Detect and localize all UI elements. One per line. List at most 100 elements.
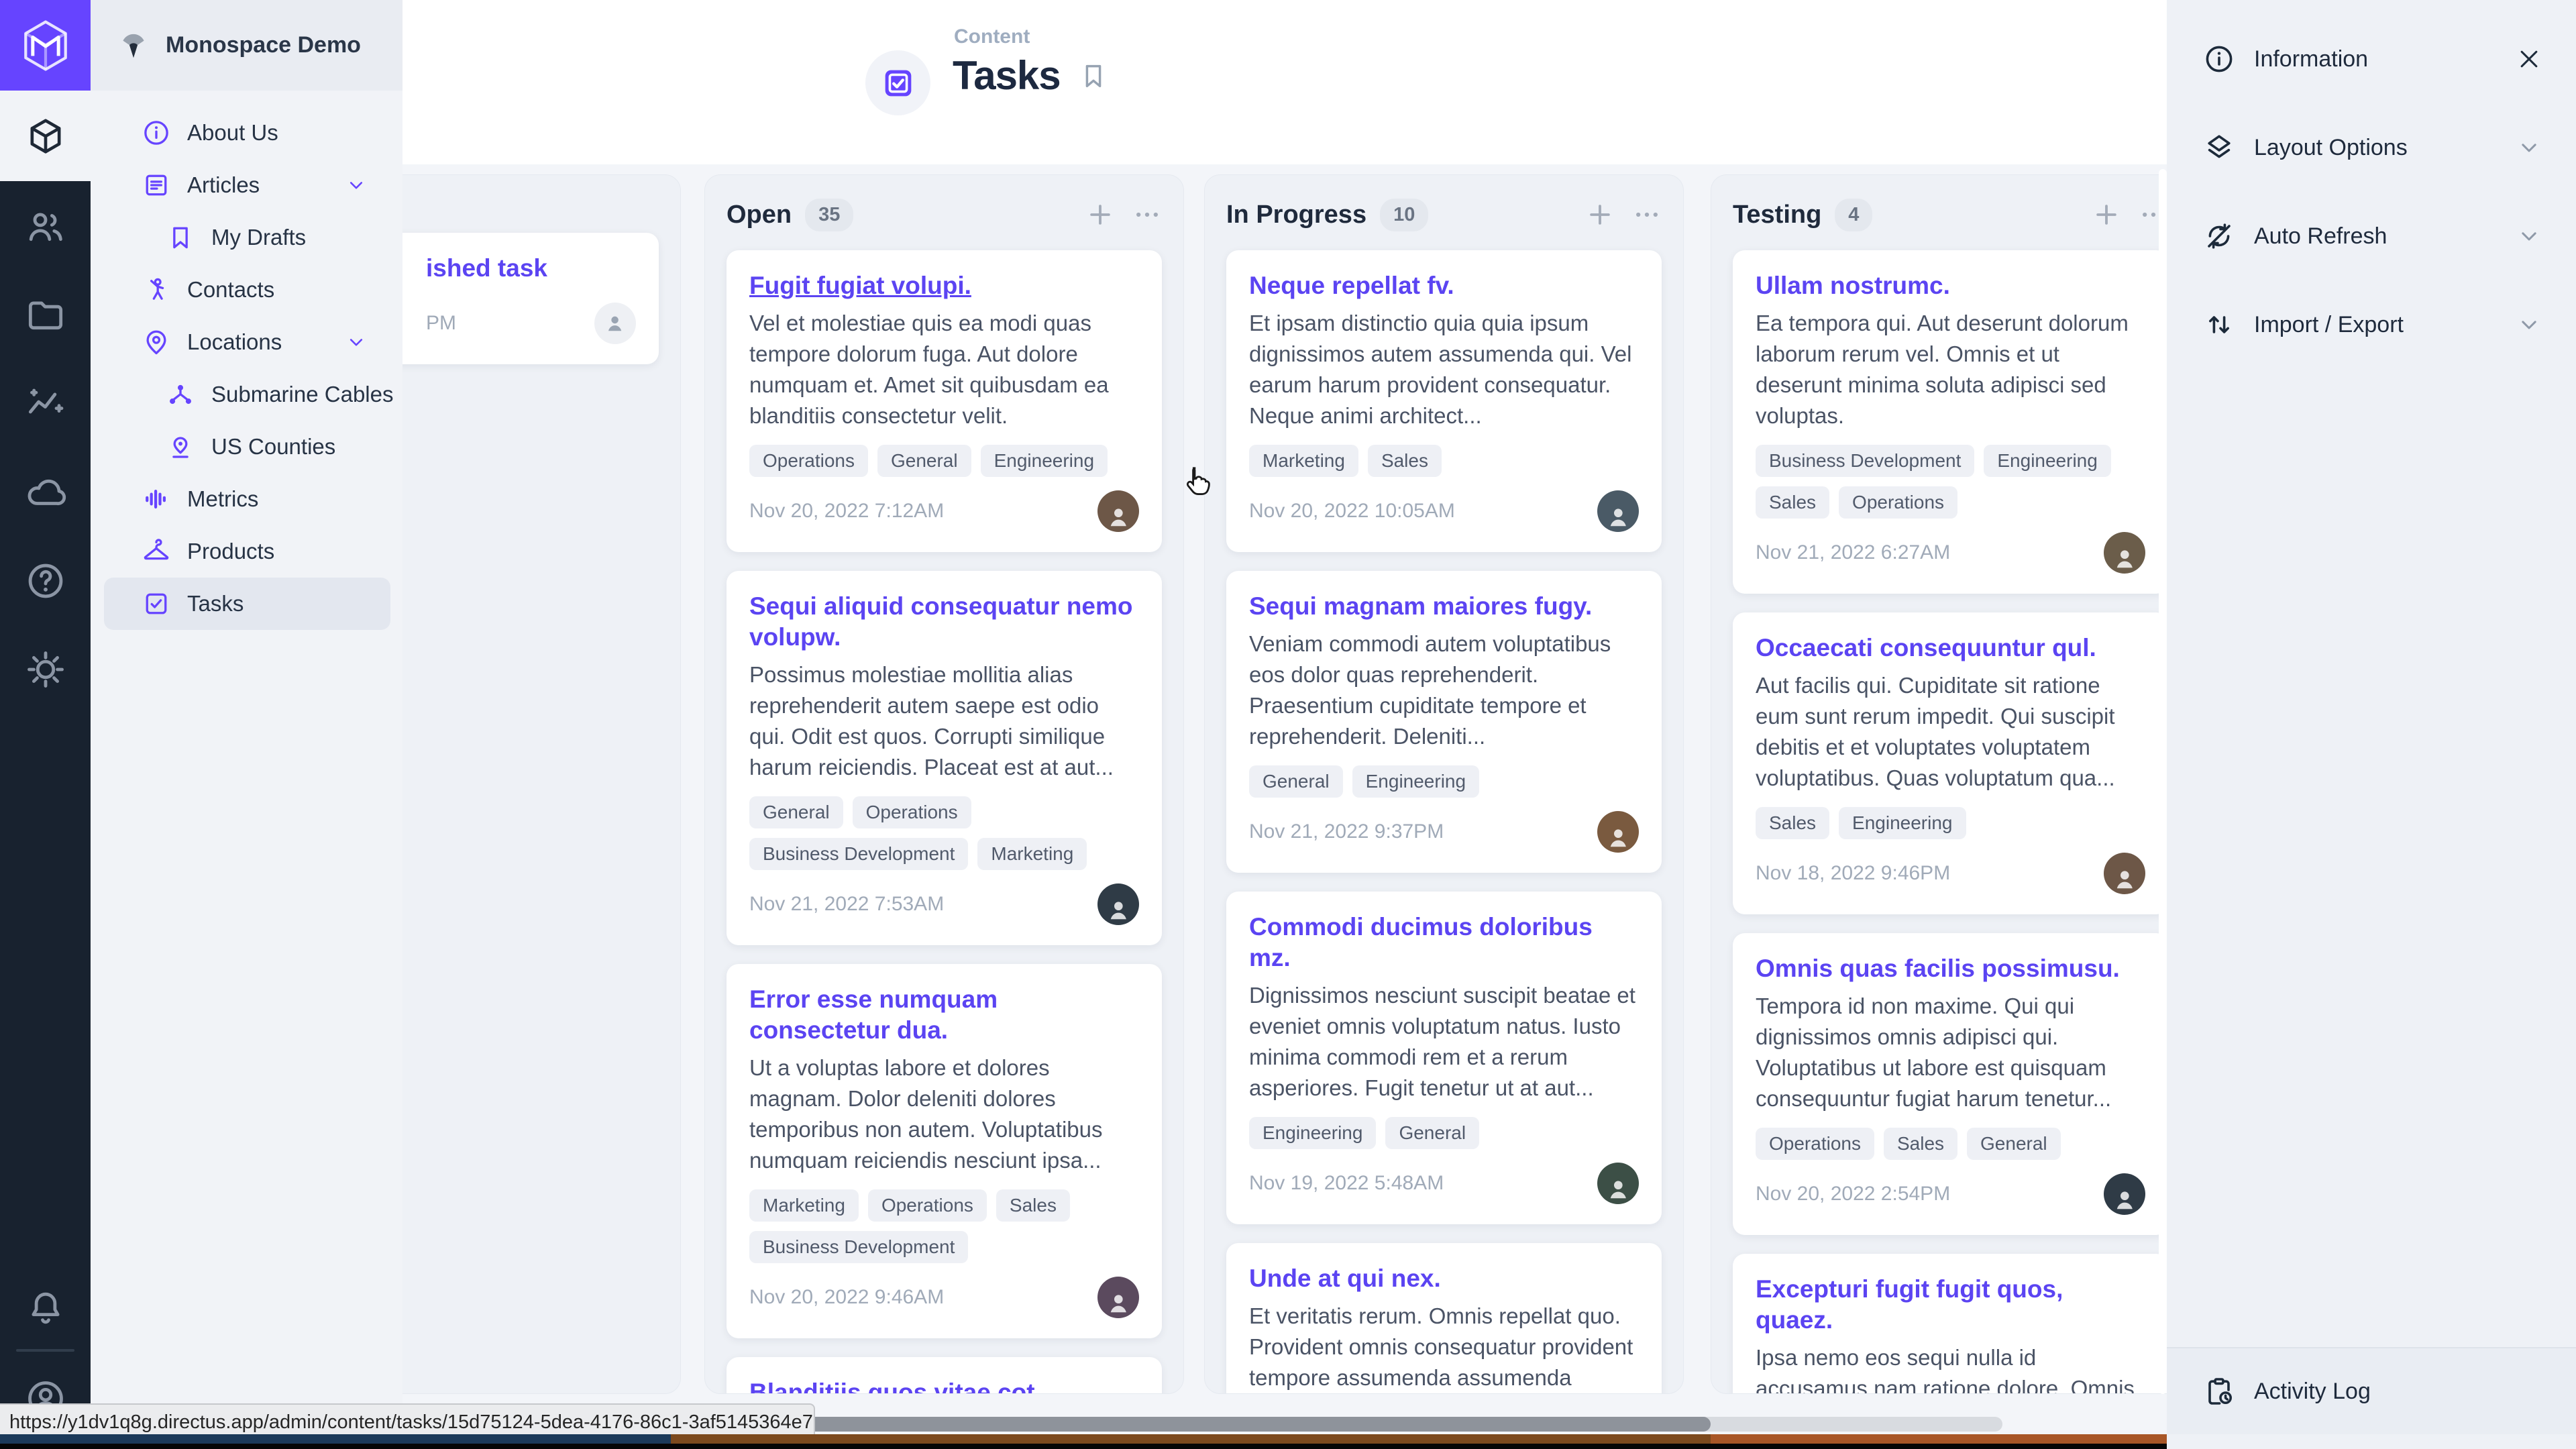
vertical-scrollbar[interactable] bbox=[2159, 169, 2167, 1394]
card-title[interactable]: Error esse numquam consectetur dua. bbox=[749, 984, 1139, 1046]
task-card[interactable]: Fugit fugiat volupi.Vel et molestiae qui… bbox=[727, 250, 1162, 552]
task-card[interactable]: Neque repellat fv.Et ipsam distinctio qu… bbox=[1226, 250, 1662, 552]
tag-operations: Operations bbox=[1756, 1128, 1874, 1160]
info-circle-icon bbox=[142, 118, 171, 148]
tag-marketing: Marketing bbox=[977, 838, 1087, 870]
module-cloud-icon[interactable] bbox=[24, 471, 67, 514]
card-title[interactable]: ished task bbox=[402, 253, 636, 284]
add-card-icon[interactable] bbox=[2092, 200, 2121, 229]
module-bar bbox=[0, 0, 91, 1449]
task-card[interactable]: Occaecati consequuntur qul. Aut facilis q… bbox=[1733, 612, 2167, 914]
tag-general: General bbox=[749, 796, 843, 828]
card-title[interactable]: Sequi aliquid consequatur nemo volupw. bbox=[749, 591, 1139, 653]
task-card[interactable]: Unde at qui nex.Et veritatis rerum. Omni… bbox=[1226, 1243, 1662, 1394]
tag-marketing: Marketing bbox=[749, 1189, 859, 1222]
panel-item-layout-options[interactable]: Layout Options bbox=[2167, 103, 2576, 192]
task-card[interactable]: ished taskPM bbox=[402, 233, 659, 364]
board-column-testing: Testing4Ullam nostrumc.Ea tempora qui. A… bbox=[1711, 174, 2167, 1394]
column-menu-icon[interactable] bbox=[1132, 200, 1162, 229]
card-title[interactable]: Unde at qui nex. bbox=[1249, 1263, 1639, 1294]
sidebar-item-locations[interactable]: Locations bbox=[91, 316, 402, 368]
task-card[interactable]: Ullam nostrumc.Ea tempora qui. Aut deser… bbox=[1733, 250, 2167, 594]
panel-item-import-export[interactable]: Import / Export bbox=[2167, 280, 2576, 369]
module-gear-icon[interactable] bbox=[24, 648, 67, 691]
collection-icon-circle bbox=[865, 50, 930, 115]
task-card[interactable]: Error esse numquam consectetur dua. Ut a … bbox=[727, 964, 1162, 1338]
project-name: Monospace Demo bbox=[166, 32, 361, 58]
card-title[interactable]: Neque repellat fv. bbox=[1249, 270, 1639, 301]
card-description: Aut facilis qui. Cupiditate sit ratione … bbox=[1756, 670, 2145, 794]
sidebar-item-my-drafts[interactable]: My Drafts bbox=[91, 211, 402, 264]
sidebar-item-metrics[interactable]: Metrics bbox=[91, 473, 402, 525]
task-card[interactable]: Omnis quas facilis possimusu.Tempora id … bbox=[1733, 933, 2167, 1235]
module-folder-icon[interactable] bbox=[24, 294, 67, 337]
avatar bbox=[2104, 532, 2145, 574]
panel-item-information[interactable]: Information bbox=[2167, 15, 2576, 103]
breadcrumb[interactable]: Content bbox=[954, 25, 1030, 48]
chevron-down-icon[interactable] bbox=[345, 331, 368, 354]
bookmark-icon[interactable] bbox=[1078, 60, 1109, 91]
box-icon bbox=[25, 115, 66, 157]
close-icon[interactable] bbox=[2516, 46, 2542, 72]
card-tags: GeneralOperationsBusiness DevelopmentMar… bbox=[749, 796, 1139, 870]
article-icon bbox=[142, 170, 171, 200]
card-date: Nov 18, 2022 9:46PM bbox=[1756, 862, 1950, 885]
card-tags: OperationsSalesGeneral bbox=[1756, 1128, 2145, 1160]
card-title[interactable]: Ullam nostrumc. bbox=[1756, 270, 2145, 301]
card-title[interactable]: Commodi ducimus doloribus mz. bbox=[1249, 912, 1639, 973]
sidebar-item-us-counties[interactable]: US Counties bbox=[91, 421, 402, 473]
card-title[interactable]: Sequi magnam maiores fugy. bbox=[1249, 591, 1639, 622]
chevron-down-icon[interactable] bbox=[2516, 311, 2542, 338]
kanban-board: ished taskPMOpen35Fugit fugiat volupi.Ve… bbox=[402, 164, 2167, 1449]
sidebar-item-contacts[interactable]: Contacts bbox=[91, 264, 402, 316]
task-card[interactable]: Commodi ducimus doloribus mz.Dignissimos… bbox=[1226, 892, 1662, 1224]
card-title[interactable]: Blanditiis quos vitae cot. bbox=[749, 1377, 1139, 1394]
task-card[interactable]: Excepturi fugit fugit quos, quaez. Ipsa n… bbox=[1733, 1254, 2167, 1394]
clipboard-clock-icon bbox=[2203, 1375, 2235, 1407]
sidebar-item-tasks[interactable]: Tasks bbox=[104, 578, 390, 630]
card-title[interactable]: Excepturi fugit fugit quos, quaez. bbox=[1756, 1274, 2145, 1336]
tasks-checkbox-icon bbox=[879, 64, 918, 103]
card-description: Ut a voluptas labore et dolores magnam. … bbox=[749, 1053, 1139, 1176]
card-footer: Nov 20, 2022 9:46AM bbox=[749, 1277, 1139, 1318]
chevron-down-icon[interactable] bbox=[345, 174, 368, 197]
project-header[interactable]: Monospace Demo bbox=[91, 0, 402, 91]
sidebar-item-label: My Drafts bbox=[211, 225, 306, 250]
card-description: Ipsa nemo eos sequi nulla id accusamus n… bbox=[1756, 1342, 2145, 1394]
card-title[interactable]: Fugit fugiat volupi. bbox=[749, 270, 1139, 301]
card-list: Neque repellat fv.Et ipsam distinctio qu… bbox=[1226, 250, 1662, 1394]
module-people-icon[interactable] bbox=[24, 205, 67, 248]
add-card-icon[interactable] bbox=[1585, 200, 1615, 229]
module-help-icon[interactable] bbox=[24, 559, 67, 602]
app-logo[interactable] bbox=[0, 0, 91, 91]
card-title[interactable]: Occaecati consequuntur qul. bbox=[1756, 633, 2145, 663]
bookmark-icon bbox=[166, 223, 195, 252]
panel-item-auto-refresh[interactable]: Auto Refresh bbox=[2167, 192, 2576, 280]
card-title[interactable]: Omnis quas facilis possimusu. bbox=[1756, 953, 2145, 984]
task-card[interactable]: Sequi aliquid consequatur nemo volupw.Po… bbox=[727, 571, 1162, 945]
chevron-down-icon[interactable] bbox=[2516, 134, 2542, 161]
sidebar-item-about-us[interactable]: About Us bbox=[91, 107, 402, 159]
card-date: Nov 21, 2022 7:53AM bbox=[749, 893, 944, 916]
module-insights-icon[interactable] bbox=[24, 382, 67, 425]
card-tags: GeneralEngineering bbox=[1249, 765, 1639, 798]
sidebar-item-label: Submarine Cables bbox=[211, 382, 393, 407]
column-menu-icon[interactable] bbox=[1632, 200, 1662, 229]
sidebar-item-label: Locations bbox=[187, 329, 282, 355]
board-column-in_progress: In Progress10Neque repellat fv.Et ipsam … bbox=[1204, 174, 1684, 1394]
sidebar-item-products[interactable]: Products bbox=[91, 525, 402, 578]
notifications-bell-icon[interactable] bbox=[24, 1287, 67, 1330]
column-count-badge: 4 bbox=[1835, 199, 1872, 231]
layers-icon bbox=[2203, 131, 2235, 164]
chevron-down-icon[interactable] bbox=[2516, 223, 2542, 250]
avatar bbox=[2104, 853, 2145, 894]
activity-log-button[interactable]: Activity Log bbox=[2167, 1347, 2576, 1434]
task-card[interactable]: Sequi magnam maiores fugy.Veniam commodi… bbox=[1226, 571, 1662, 873]
add-card-icon[interactable] bbox=[1085, 200, 1115, 229]
avatar bbox=[1597, 811, 1639, 853]
module-content[interactable] bbox=[0, 91, 91, 181]
sidebar-item-submarine-cables[interactable]: Submarine Cables bbox=[91, 368, 402, 421]
card-tags: SalesEngineering bbox=[1756, 807, 2145, 839]
sidebar-item-articles[interactable]: Articles bbox=[91, 159, 402, 211]
task-card[interactable]: Blanditiis quos vitae cot.Rerum enim ten… bbox=[727, 1357, 1162, 1394]
